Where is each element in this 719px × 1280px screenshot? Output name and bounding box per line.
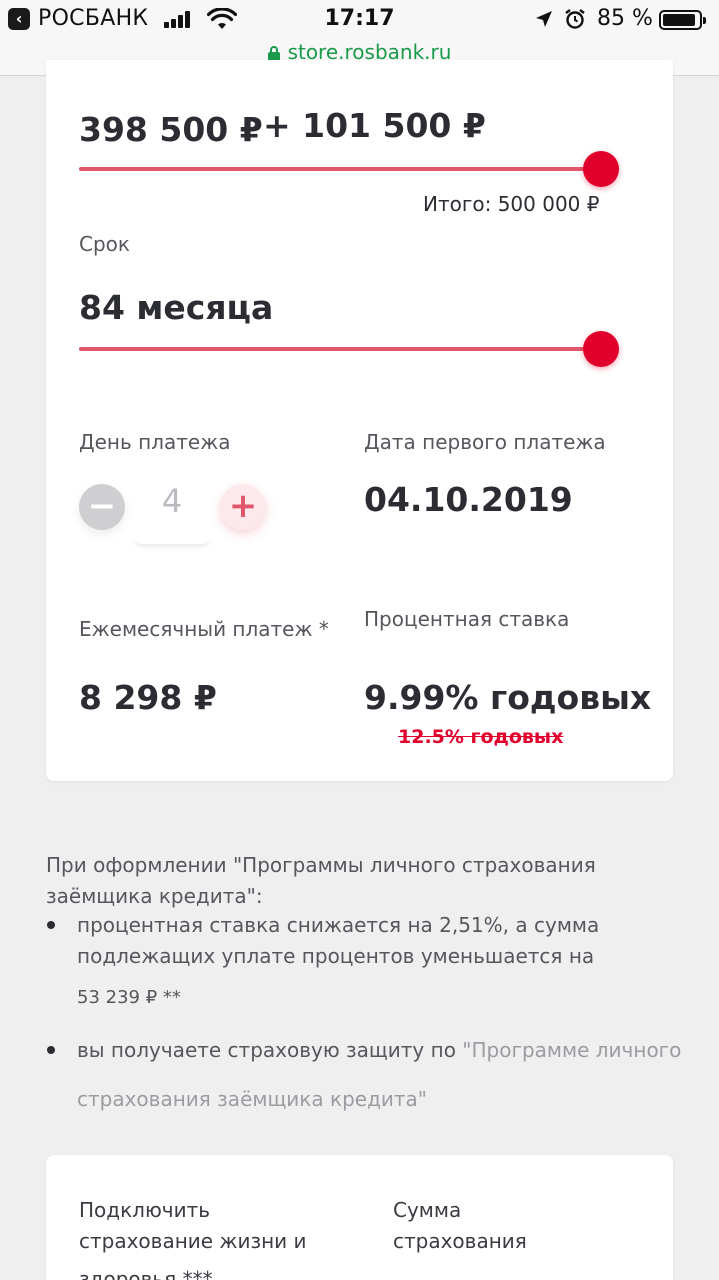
amount-value: 398 500 ₽: [79, 110, 263, 149]
increment-button[interactable]: +: [220, 484, 266, 530]
bullet: [47, 1046, 55, 1054]
insurance-program-link-cont[interactable]: страхования заёмщика кредита": [77, 1084, 427, 1115]
insurance-card: Подключить страхование жизни и здоровья …: [46, 1155, 673, 1280]
amount-slider-track[interactable]: [79, 167, 619, 171]
monthly-payment-label: Ежемесячный платеж *: [79, 617, 329, 641]
battery-percent: 85 %: [597, 6, 653, 31]
bullet1-line1: процентная ставка снижается на 2,51%, а …: [77, 913, 600, 937]
lock-icon: [267, 46, 280, 61]
interest-rate-label: Процентная ставка: [364, 607, 570, 631]
term-slider-thumb[interactable]: [583, 331, 619, 367]
insurance-sum-line2: страхования: [393, 1229, 527, 1253]
amount-slider-thumb[interactable]: [583, 151, 619, 187]
amount-plus-value: + 101 500 ₽: [263, 106, 486, 145]
location-arrow-icon: [536, 11, 552, 27]
loan-calculator-card: 398 500 ₽ + 101 500 ₽ Итого: 500 000 ₽ С…: [46, 60, 673, 781]
monthly-payment-value: 8 298 ₽: [79, 678, 217, 717]
pay-day-value[interactable]: 4: [134, 482, 210, 520]
bullet1-line2: подлежащих уплате процентов уменьшается …: [77, 944, 595, 968]
bullet2-line1: вы получаете страховую защиту по "Програ…: [77, 1035, 681, 1066]
battery-icon: [659, 10, 706, 30]
bullet1-line3: 53 239 ₽ **: [77, 987, 181, 1008]
insurance-sum-line1: Сумма: [393, 1198, 462, 1222]
term-value: 84 месяца: [79, 288, 274, 327]
insurance-program-link[interactable]: "Программе личного: [462, 1038, 681, 1062]
insurance-connect-line1: Подключить: [79, 1198, 211, 1222]
first-payment-date: 04.10.2019: [364, 480, 573, 519]
bullet: [47, 921, 55, 929]
insurance-intro: При оформлении "Программы личного страхо…: [46, 853, 596, 908]
old-interest-rate: 12.5% годовых: [398, 726, 564, 748]
interest-rate-value: 9.99% годовых: [364, 678, 652, 717]
term-label: Срок: [79, 232, 130, 256]
decrement-button[interactable]: −: [79, 484, 125, 530]
alarm-icon: [565, 9, 585, 29]
insurance-connect-line2: страхование жизни и: [79, 1229, 307, 1253]
first-payment-label: Дата первого платежа: [364, 430, 606, 454]
pay-day-label: День платежа: [79, 430, 231, 454]
total-amount: Итого: 500 000 ₽: [423, 192, 600, 216]
term-slider-track[interactable]: [79, 347, 619, 351]
insurance-connect-line3: здоровья ***: [79, 1267, 213, 1280]
bullet2-text: вы получаете страховую защиту по: [77, 1038, 456, 1062]
stepper-underline: [134, 536, 210, 544]
